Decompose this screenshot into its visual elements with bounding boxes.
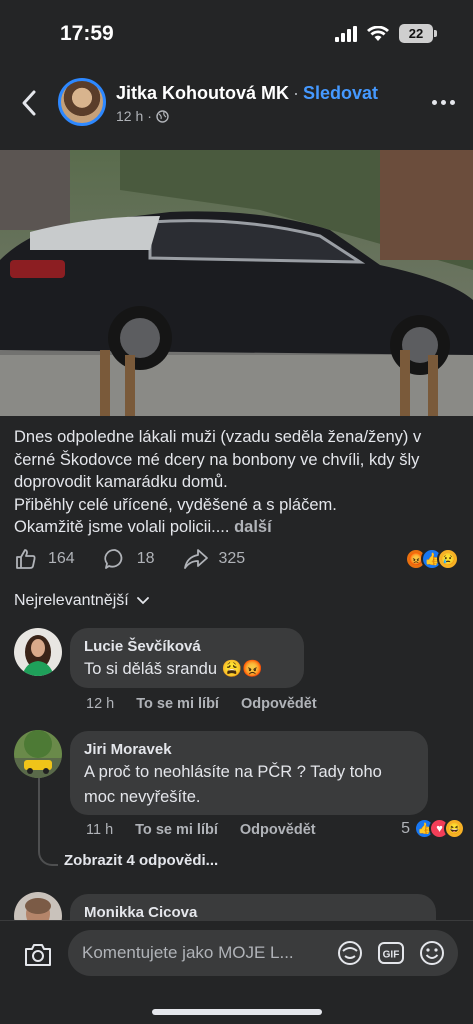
like-button[interactable]: 164 xyxy=(14,547,75,571)
back-arrow-icon[interactable] xyxy=(16,86,42,120)
post-header: Jitka Kohoutová MK · Sledovat 12 h · xyxy=(0,72,473,142)
globe-icon xyxy=(156,109,169,123)
emoji-icon[interactable] xyxy=(418,939,446,967)
reaction-summary[interactable]: 😡 👍 😢 xyxy=(405,548,459,570)
comment-text: To si děláš srandu 😩😡 xyxy=(84,660,263,678)
header-separator: · xyxy=(293,83,300,103)
battery-indicator: 22 xyxy=(399,24,437,43)
comment-meta: 12 h To se mi líbí Odpovědět xyxy=(86,696,317,712)
author-avatar[interactable] xyxy=(58,78,106,126)
comment-meta: 11 h To se mi líbí Odpovědět xyxy=(86,822,316,838)
commenter-name[interactable]: Lucie Ševčíková xyxy=(84,637,290,657)
post-text: Dnes odpoledne lákali muži (vzadu seděla… xyxy=(14,426,459,539)
comment-bubble[interactable]: Lucie Ševčíková To si děláš srandu 😩😡 xyxy=(70,628,304,688)
chevron-down-icon xyxy=(136,597,149,605)
post-text-line-1: Dnes odpoledne lákali muži (vzadu seděla… xyxy=(14,428,422,492)
avatar-sticker-icon[interactable] xyxy=(336,939,364,967)
comment-like-button[interactable]: To se mi líbí xyxy=(135,822,218,838)
comment-sort-dropdown[interactable]: Nejrelevantnější xyxy=(14,592,149,610)
sad-reaction-icon: 😢 xyxy=(437,548,459,570)
comment-like-button[interactable]: To se mi líbí xyxy=(136,696,219,712)
comment-reply-button[interactable]: Odpovědět xyxy=(241,696,317,712)
sort-label: Nejrelevantnější xyxy=(14,592,129,609)
comment-count: 18 xyxy=(136,550,155,567)
like-count: 164 xyxy=(48,550,75,567)
more-options-icon[interactable] xyxy=(432,100,455,105)
haha-reaction-icon: 😆 xyxy=(444,818,465,839)
comment-time[interactable]: 11 h xyxy=(86,822,113,838)
signal-icon xyxy=(335,25,357,42)
comment-reaction-count: 5 xyxy=(401,819,410,837)
comment-button[interactable]: 18 xyxy=(103,547,155,571)
comment-reply-button[interactable]: Odpovědět xyxy=(240,822,316,838)
comment-icon xyxy=(104,549,123,569)
post-time[interactable]: 12 h xyxy=(116,108,143,124)
comment-placeholder: Komentujete jako MOJE L... xyxy=(82,943,294,962)
gif-label: GIF xyxy=(383,950,400,961)
gif-icon[interactable]: GIF xyxy=(377,939,405,967)
thumbs-up-icon xyxy=(16,549,36,569)
commenter-avatar[interactable] xyxy=(14,730,62,778)
comment-input[interactable]: Komentujete jako MOJE L... GIF xyxy=(68,930,458,976)
post-photo[interactable] xyxy=(0,150,473,416)
meta-separator: · xyxy=(147,108,152,124)
home-indicator xyxy=(152,1009,322,1015)
author-name[interactable]: Jitka Kohoutová MK xyxy=(116,83,289,103)
comment-bubble[interactable]: Jiri Moravek A proč to neohlásíte na PČR… xyxy=(70,731,428,815)
commenter-name[interactable]: Jiri Moravek xyxy=(84,740,414,760)
status-bar: 17:59 22 xyxy=(0,0,473,70)
wifi-icon xyxy=(367,25,389,41)
share-icon xyxy=(183,549,208,569)
comment-time[interactable]: 12 h xyxy=(86,696,114,712)
comment-text-line-2: moc nevyřešíte. xyxy=(84,788,201,806)
post-actions: 164 18 325 😡 👍 😢 xyxy=(14,544,459,574)
view-replies-link[interactable]: Zobrazit 4 odpovědi... xyxy=(64,852,218,869)
follow-button[interactable]: Sledovat xyxy=(303,83,378,103)
post-text-line-2: Přiběhly celé uřícené, vyděšené a s pláč… xyxy=(14,495,337,514)
camera-icon[interactable] xyxy=(22,939,54,971)
reply-thread-line xyxy=(38,778,58,866)
comment-reaction-summary[interactable]: 5 👍 ♥ 😆 xyxy=(401,818,465,839)
comment-text-line-1: A proč to neohlásíte na PČR ? Tady toho xyxy=(84,763,382,781)
share-count: 325 xyxy=(218,550,246,567)
post-text-line-3: Okamžitě jsme volali policii.... xyxy=(14,518,230,537)
comment-composer: Komentujete jako MOJE L... GIF xyxy=(0,920,473,1024)
clock: 17:59 xyxy=(60,22,114,45)
post-meta: 12 h · xyxy=(116,108,169,124)
commenter-avatar[interactable] xyxy=(14,628,62,676)
see-more-link[interactable]: další xyxy=(234,518,272,536)
share-button[interactable]: 325 xyxy=(183,547,246,571)
